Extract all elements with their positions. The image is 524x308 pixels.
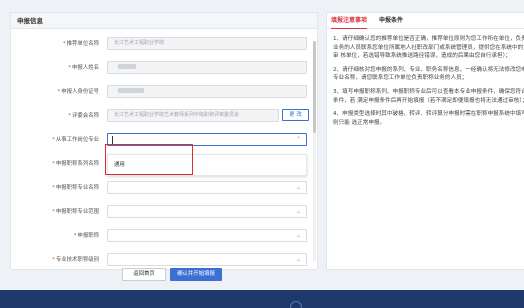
prof-title-row: *专业技术职称级别 ⌄ [11,253,311,267]
note-item: 1、请仔细确认您的推荐单位是否正确，推荐单位原则为您工作所在单位，负责 职称业务… [333,36,524,60]
recommender-unit-row: *推荐单位名称 长江艺术工程职业学院 [11,37,311,51]
highlight-annotation [105,144,193,175]
notes-tabs: 填报注意事项 申报条件 [327,13,524,29]
redacted-value [118,64,136,69]
work-post-label: *从事工作岗位专业 [52,137,99,143]
tab-application-conditions[interactable]: 申报条件 [379,13,403,29]
title-level-row: *申报职称 ⌄ [11,229,311,243]
prof-title-select[interactable]: ⌄ [107,253,307,266]
note-item: 3、填写申报职称系列、申报职称专业后可以查看本专业申报条件，确保您符合 申报条件… [333,88,524,104]
application-info-panel: 申报信息 *推荐单位名称 长江艺术工程职业学院 *申报人姓名 *申报人身份证号 … [10,12,318,270]
title-specialty-row: *申报职称专业名称 ⌄ [11,181,311,195]
prof-title-label: *专业技术职称级别 [52,257,99,263]
confirm-start-button[interactable]: 确认并开始填报 [170,268,222,281]
notes-panel: 填报注意事项 申报条件 1、请仔细确认您的推荐单位是否正确，推荐单位原则为您工作… [326,12,524,270]
note-item: 4、申报类型选择时其中破格、转评、转评算分申报时需在职称申报系统中填写，否 则只… [333,111,524,126]
change-committee-button[interactable]: 更 改 [282,109,309,121]
chevron-down-icon: ⌄ [295,208,301,215]
footer-logo-icon [290,301,302,308]
title-scope-row: *申报职称专业范围 ⌄ [11,205,311,219]
title-level-label: *申报职称 [73,233,99,239]
review-committee-row: *评委会名称 长江艺术工程职业学院艺术教师系列中级职称评审委员会 更 改 [11,109,311,123]
recommender-unit-label: *推荐单位名称 [62,41,99,47]
panel-title: 申报信息 [11,13,317,29]
applicant-name-field [107,61,307,74]
scrollbar[interactable] [313,41,316,261]
redacted-value [118,88,144,93]
title-specialty-select[interactable]: ⌄ [107,181,307,194]
notes-list: 1、请仔细确认您的推荐单位是否正确，推荐单位原则为您工作所在单位，负责 职称业务… [327,29,524,127]
applicant-name-row: *申报人姓名 [11,61,311,75]
title-scope-select[interactable]: ⌄ [107,205,307,218]
text-cursor [112,136,113,144]
scrollbar-thumb[interactable] [313,41,316,133]
title-scope-label: *申报职称专业范围 [52,209,99,215]
page-footer [0,290,524,308]
chevron-up-icon: ⌃ [295,136,301,143]
back-home-button[interactable]: 返回首页 [122,268,166,281]
tab-filing-notes[interactable]: 填报注意事项 [331,13,368,29]
applicant-id-label: *申报人身份证号 [57,89,99,95]
applicant-name-label: *申报人姓名 [68,65,99,71]
chevron-down-icon: ⌄ [295,232,301,239]
chevron-down-icon: ⌄ [295,184,301,191]
applicant-id-field [107,85,307,98]
review-committee-label: *评委会名称 [68,113,99,119]
title-specialty-label: *申报职称专业名称 [52,185,99,191]
title-level-select[interactable]: ⌄ [107,229,307,242]
applicant-id-row: *申报人身份证号 [11,85,311,99]
note-item: 2、请仔细核对您申报的系列、专业、职务名称信息，一经确认将无法修改您申报的 专业… [333,66,524,82]
chevron-down-icon: ⌄ [295,256,301,263]
review-committee-field: 长江艺术工程职业学院艺术教师系列中级职称评审委员会 [107,109,279,122]
recommender-unit-field: 长江艺术工程职业学院 [107,37,307,50]
title-series-label: *申报职称系列名称 [52,161,99,167]
